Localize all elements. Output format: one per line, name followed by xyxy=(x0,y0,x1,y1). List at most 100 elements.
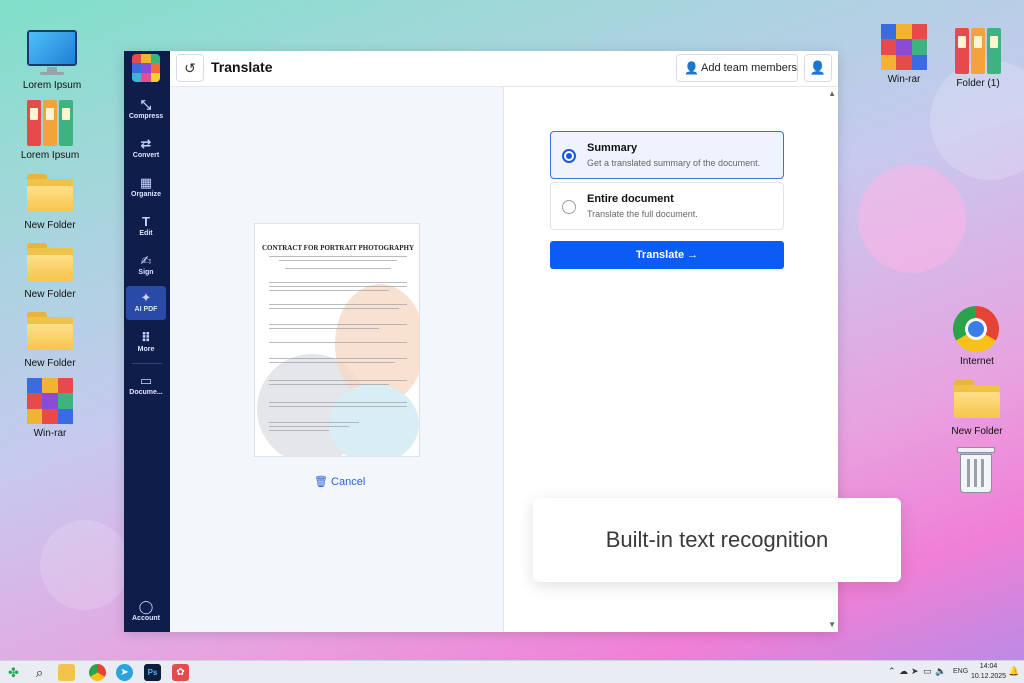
document-thumbnail[interactable]: CONTRACT FOR PORTRAIT PHOTOGRAPHY xyxy=(254,223,420,457)
desktop-icon-folder[interactable]: New Folder xyxy=(10,308,90,369)
desktop-icon-recycle-bin[interactable] xyxy=(937,447,1017,497)
folder-icon: ▭ xyxy=(139,373,153,388)
sidebar-item-more[interactable]: ⠿ More xyxy=(126,326,166,360)
desktop-icon-binders[interactable]: Lorem Ipsum xyxy=(10,100,90,161)
doc-text-line xyxy=(269,324,407,325)
doc-text-line xyxy=(269,402,407,403)
desktop-icon-winrar[interactable]: Win-rar xyxy=(10,378,90,439)
chrome-icon xyxy=(952,306,1002,352)
desktop-icon-binders[interactable]: Folder (1) xyxy=(938,28,1018,89)
doc-text-line xyxy=(269,328,379,329)
trash-icon: 🗑 xyxy=(314,476,332,488)
user-profile-button[interactable]: 👤 xyxy=(804,54,832,82)
desktop-icon-label: New Folder xyxy=(24,358,76,369)
winrar-icon xyxy=(879,24,929,70)
sidebar-item-compress[interactable]: ⤡ Compress xyxy=(126,93,166,127)
notification-bell-icon[interactable]: 🔔 xyxy=(1008,666,1019,677)
clock[interactable]: 14:04 10.12.2025 xyxy=(971,662,1006,682)
option-entire-document[interactable]: Entire document Translate the full docum… xyxy=(550,182,784,230)
sidebar-item-label: More xyxy=(137,346,155,353)
volume-icon[interactable]: 🔈 xyxy=(935,666,946,677)
scroll-up-arrow[interactable]: ▲ xyxy=(828,89,836,98)
doc-text-line xyxy=(269,308,399,309)
sidebar-item-documents[interactable]: ▭ Docume... xyxy=(126,369,166,403)
bg-blob xyxy=(858,165,966,273)
add-user-icon: 👤 xyxy=(684,61,699,75)
binders-icon xyxy=(25,100,75,146)
option-summary[interactable]: Summary Get a translated summary of the … xyxy=(550,131,784,179)
doc-text-line xyxy=(269,286,407,287)
sidebar-item-edit[interactable]: T Edit xyxy=(126,210,166,244)
add-team-members-label: Add team members xyxy=(701,62,797,74)
document-title: CONTRACT FOR PORTRAIT PHOTOGRAPHY xyxy=(261,244,415,252)
sidebar-item-label: AI PDF xyxy=(134,306,158,313)
scroll-down-arrow[interactable]: ▼ xyxy=(828,620,836,629)
sidebar-item-ai-pdf[interactable]: ✦ AI PDF xyxy=(126,286,166,320)
doc-text-line xyxy=(269,406,407,407)
start-icon[interactable]: ✤ xyxy=(5,664,22,681)
pdf-app-icon[interactable]: ✿ xyxy=(172,664,189,681)
file-explorer-icon[interactable] xyxy=(58,664,75,681)
sidebar-item-label: Sign xyxy=(138,269,154,276)
desktop-icon-folder[interactable]: New Folder xyxy=(937,376,1017,437)
telegram-icon[interactable]: ➤ xyxy=(116,664,133,681)
doc-text-line xyxy=(269,256,407,257)
sign-icon: ✍ xyxy=(140,253,152,268)
recycle-bin-icon xyxy=(952,447,1002,493)
search-icon[interactable]: ⌕ xyxy=(31,664,48,681)
compress-icon: ⤡ xyxy=(140,97,152,112)
desktop-icon-label: Win-rar xyxy=(33,428,67,439)
desktop-icon-label: Internet xyxy=(960,356,994,367)
cancel-label: Cancel xyxy=(331,476,366,488)
desktop-icon-folder[interactable]: New Folder xyxy=(10,239,90,300)
desktop-icon-internet[interactable]: Internet xyxy=(937,306,1017,367)
doc-text-line xyxy=(269,304,407,305)
monitor-icon xyxy=(27,30,77,76)
onedrive-icon[interactable]: ☁ xyxy=(899,666,908,677)
telegram-tray-icon[interactable]: ➤ xyxy=(911,666,919,677)
top-bar: ↺ Translate 👤 Add team members 👤 xyxy=(170,51,838,87)
desktop-icon-monitor[interactable]: Lorem Ipsum xyxy=(12,30,92,91)
entire-document-radio[interactable] xyxy=(562,200,576,214)
sidebar-item-label: Organize xyxy=(131,191,161,198)
doc-text-line xyxy=(269,290,389,291)
desktop-icon-folder[interactable]: New Folder xyxy=(10,170,90,231)
doc-text-line xyxy=(269,430,329,431)
option-description: Get a translated summary of the document… xyxy=(587,158,761,168)
sidebar-item-organize[interactable]: ▦ Organize xyxy=(126,171,166,205)
organize-icon: ▦ xyxy=(139,175,153,190)
document-preview-pane: CONTRACT FOR PORTRAIT PHOTOGRAPHY 🗑 Canc… xyxy=(170,87,504,632)
sidebar-item-label: Compress xyxy=(128,113,164,120)
language-indicator[interactable]: ENG xyxy=(953,668,968,675)
doc-text-line xyxy=(269,282,407,283)
desktop-icon-label: New Folder xyxy=(24,289,76,300)
network-icon[interactable]: ▭ xyxy=(923,666,932,677)
app-logo[interactable] xyxy=(132,54,160,82)
sidebar-item-sign[interactable]: ✍ Sign xyxy=(126,249,166,283)
sidebar-item-account[interactable]: ◯ Account xyxy=(126,595,166,629)
grid-icon: ⠿ xyxy=(140,330,152,345)
add-team-members-button[interactable]: 👤 Add team members xyxy=(676,54,798,82)
doc-text-line xyxy=(269,422,359,423)
cancel-button[interactable]: 🗑 Cancel xyxy=(314,475,365,488)
desktop-icon-label: Folder (1) xyxy=(956,78,1000,89)
chevron-up-icon[interactable]: ⌃ xyxy=(888,666,896,677)
winrar-icon xyxy=(25,378,75,424)
folder-icon xyxy=(25,170,75,216)
photoshop-icon[interactable]: Ps xyxy=(144,664,161,681)
edit-icon: T xyxy=(142,214,150,229)
desktop-icon-label: New Folder xyxy=(951,426,1003,437)
sidebar-item-label: Account xyxy=(132,615,160,622)
page-title: Translate xyxy=(211,59,273,75)
option-description: Translate the full document. xyxy=(587,209,698,219)
desktop-icon-label: New Folder xyxy=(24,220,76,231)
convert-icon: ⇄ xyxy=(140,136,152,151)
translate-button[interactable]: Translate → xyxy=(550,241,784,269)
summary-radio[interactable] xyxy=(562,149,576,163)
desktop-icon-winrar[interactable]: Win-rar xyxy=(864,24,944,85)
chrome-icon[interactable] xyxy=(89,664,106,681)
doc-decoration xyxy=(329,384,419,456)
back-button[interactable]: ↺ xyxy=(176,54,204,82)
option-title: Entire document xyxy=(587,193,674,205)
sidebar-item-convert[interactable]: ⇄ Convert xyxy=(126,132,166,166)
